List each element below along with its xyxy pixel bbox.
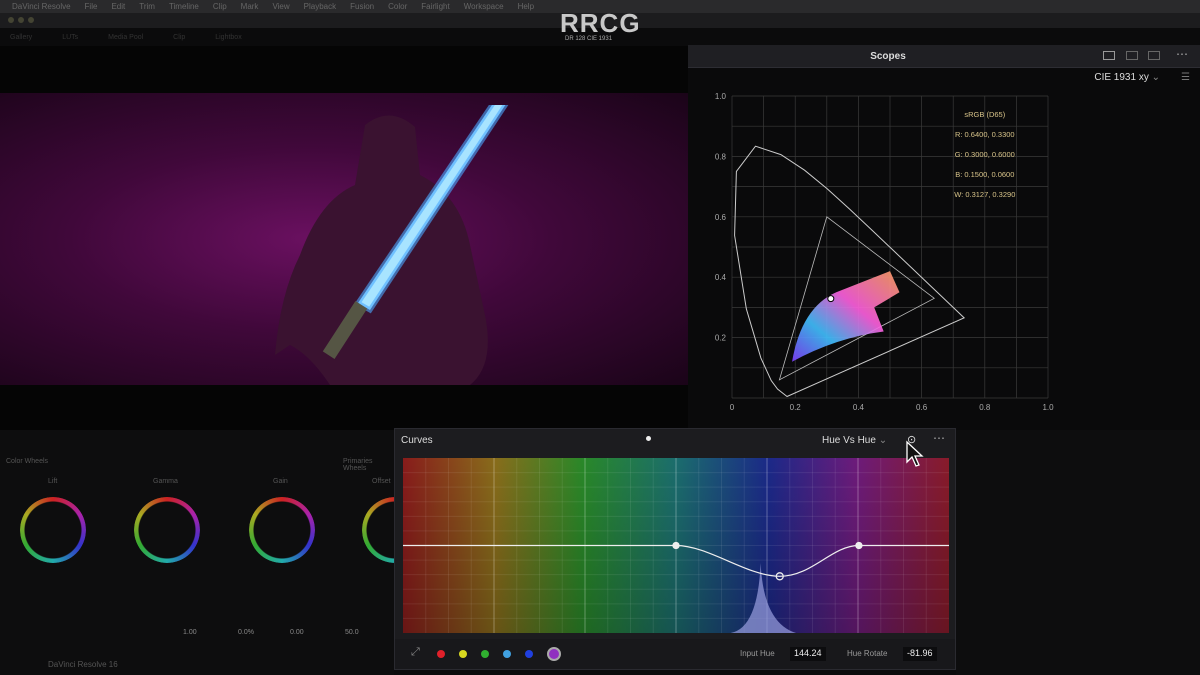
chevron-down-icon: ⌄ [1151, 72, 1160, 83]
toolbar-button[interactable]: LUTs [62, 34, 78, 41]
scope-type-label: CIE 1931 xy [1094, 72, 1149, 83]
watermark-logo: RRCG [560, 8, 641, 38]
pivot-value[interactable]: 0.00 [290, 629, 304, 636]
minimize-window-button[interactable] [18, 17, 24, 23]
gamut-label: G: 0.3000, 0.6000 [955, 150, 1015, 159]
input-hue-field[interactable]: 144.24 [790, 647, 826, 661]
video-subject-image [275, 105, 509, 385]
curves-panel: Curves Hue Vs Hue ⌄ ⊙ ⋯ ⤢ Input Hue 144.… [394, 428, 956, 670]
toolbar-button[interactable]: Lightbox [215, 34, 241, 41]
x-tick-label: 0.4 [853, 403, 865, 412]
pixel-distribution [792, 271, 900, 362]
chevron-down-icon: ⌄ [878, 435, 888, 446]
hue-vs-hue-curve[interactable] [403, 458, 949, 633]
hue-swatch-button[interactable] [459, 650, 467, 658]
gain-wheel[interactable] [249, 497, 315, 563]
hue-swatch-button[interactable] [547, 647, 561, 661]
menu-item[interactable]: Trim [139, 2, 155, 11]
menu-item[interactable]: Edit [111, 2, 125, 11]
scopes-panel: Scopes ⋯ CIE 1931 xy ⌄ ☰ 1.0 0.8 0.6 0.4 0.2… [688, 45, 1200, 430]
saturation-value[interactable]: 0.0% [238, 629, 254, 636]
menu-item[interactable]: Color [388, 2, 407, 11]
curve-mode-dropdown[interactable]: Hue Vs Hue ⌄ [822, 435, 887, 446]
y-tick-label: 0.6 [715, 213, 727, 222]
hue-rotate-field[interactable]: -81.96 [903, 647, 937, 661]
hue-rotate-label: Hue Rotate [847, 649, 888, 658]
x-tick-label: 0.2 [790, 403, 802, 412]
more-options-icon[interactable]: ⋯ [1176, 47, 1188, 61]
y-tick-label: 1.0 [715, 92, 727, 101]
hue-swatch-button[interactable] [525, 650, 533, 658]
curve-control-point[interactable] [672, 541, 680, 550]
contrast-value[interactable]: 1.00 [183, 629, 197, 636]
menu-item[interactable]: File [85, 2, 98, 11]
more-options-icon[interactable]: ⋯ [933, 431, 945, 445]
lift-wheel[interactable] [20, 497, 86, 563]
color-boost-value[interactable]: 50.0 [345, 629, 359, 636]
color-wheels-panel: Color Wheels Primaries Wheels Lift Gamma… [0, 430, 428, 675]
wheel-label: Gain [273, 478, 288, 485]
menu-item[interactable]: View [272, 2, 289, 11]
primaries-title: Primaries Wheels [343, 458, 373, 472]
scopes-title: Scopes [870, 51, 906, 62]
quad-view-icon[interactable] [1148, 51, 1160, 60]
close-window-button[interactable] [8, 17, 14, 23]
cie-chart: 1.0 0.8 0.6 0.4 0.2 0 0.2 0.4 0.6 0.8 1.0 sRGB (D65… [715, 92, 1054, 412]
menu-item[interactable]: Timeline [169, 2, 199, 11]
toolbar-button[interactable]: Media Pool [108, 34, 143, 41]
menu-item[interactable]: Mark [241, 2, 259, 11]
scope-settings-icon[interactable]: ☰ [1181, 72, 1190, 83]
zoom-window-button[interactable] [28, 17, 34, 23]
color-wheels-title: Color Wheels [6, 458, 49, 465]
hue-swatch-button[interactable] [481, 650, 489, 658]
y-tick-label: 0.4 [715, 273, 727, 282]
y-tick-label: 0.2 [715, 334, 727, 343]
wheel-label: Gamma [153, 478, 178, 485]
gamut-label: B: 0.1500, 0.0600 [955, 170, 1014, 179]
watermark-subtitle: DR 128 CIE 1931 [565, 36, 613, 42]
gamut-label: sRGB (D65) [964, 110, 1005, 119]
toolbar-button[interactable]: Clip [173, 34, 185, 41]
menu-item[interactable]: Fusion [350, 2, 374, 11]
x-tick-label: 1.0 [1042, 403, 1054, 412]
menu-item[interactable]: Clip [213, 2, 227, 11]
menu-item[interactable]: Help [518, 2, 534, 11]
white-point [827, 295, 835, 303]
spectral-locus [734, 145, 966, 398]
curves-toolbar: ⤢ Input Hue 144.24 Hue Rotate -81.96 [395, 639, 955, 669]
scopes-header: Scopes ⋯ [688, 45, 1200, 68]
dual-view-icon[interactable] [1126, 51, 1138, 60]
curves-title: Curves [401, 435, 433, 446]
picker-icon[interactable]: ⤢ [411, 646, 420, 659]
page-indicator-dot[interactable] [646, 436, 651, 441]
mouse-cursor-icon [906, 440, 924, 467]
x-tick-label: 0.6 [916, 403, 928, 412]
hue-swatch-button[interactable] [437, 650, 445, 658]
hue-swatch-button[interactable] [503, 650, 511, 658]
keyframes-panel [956, 430, 1200, 675]
input-hue-label: Input Hue [740, 649, 775, 658]
x-tick-label: 0.8 [979, 403, 991, 412]
menu-item[interactable]: Playback [304, 2, 336, 11]
single-view-icon[interactable] [1103, 51, 1115, 60]
wheel-label: Offset [372, 478, 391, 485]
scope-type-dropdown[interactable]: CIE 1931 xy ⌄ [1094, 72, 1160, 83]
gamma-wheel[interactable] [134, 497, 200, 563]
menu-item[interactable]: Workspace [464, 2, 504, 11]
y-tick-label: 0.8 [715, 152, 727, 161]
toolbar-button[interactable]: Gallery [10, 34, 32, 41]
curve-control-point[interactable] [855, 541, 863, 550]
app-name-footer: DaVinci Resolve 16 [48, 660, 118, 669]
menu-item[interactable]: DaVinci Resolve [12, 2, 71, 11]
gamut-label: R: 0.6400, 0.3300 [955, 130, 1015, 139]
x-tick-label: 0 [730, 403, 735, 412]
menu-item[interactable]: Fairlight [421, 2, 449, 11]
wheel-label: Lift [48, 478, 58, 485]
gamut-label: W: 0.3127, 0.3290 [954, 190, 1015, 199]
curve-mode-label: Hue Vs Hue [822, 435, 876, 446]
